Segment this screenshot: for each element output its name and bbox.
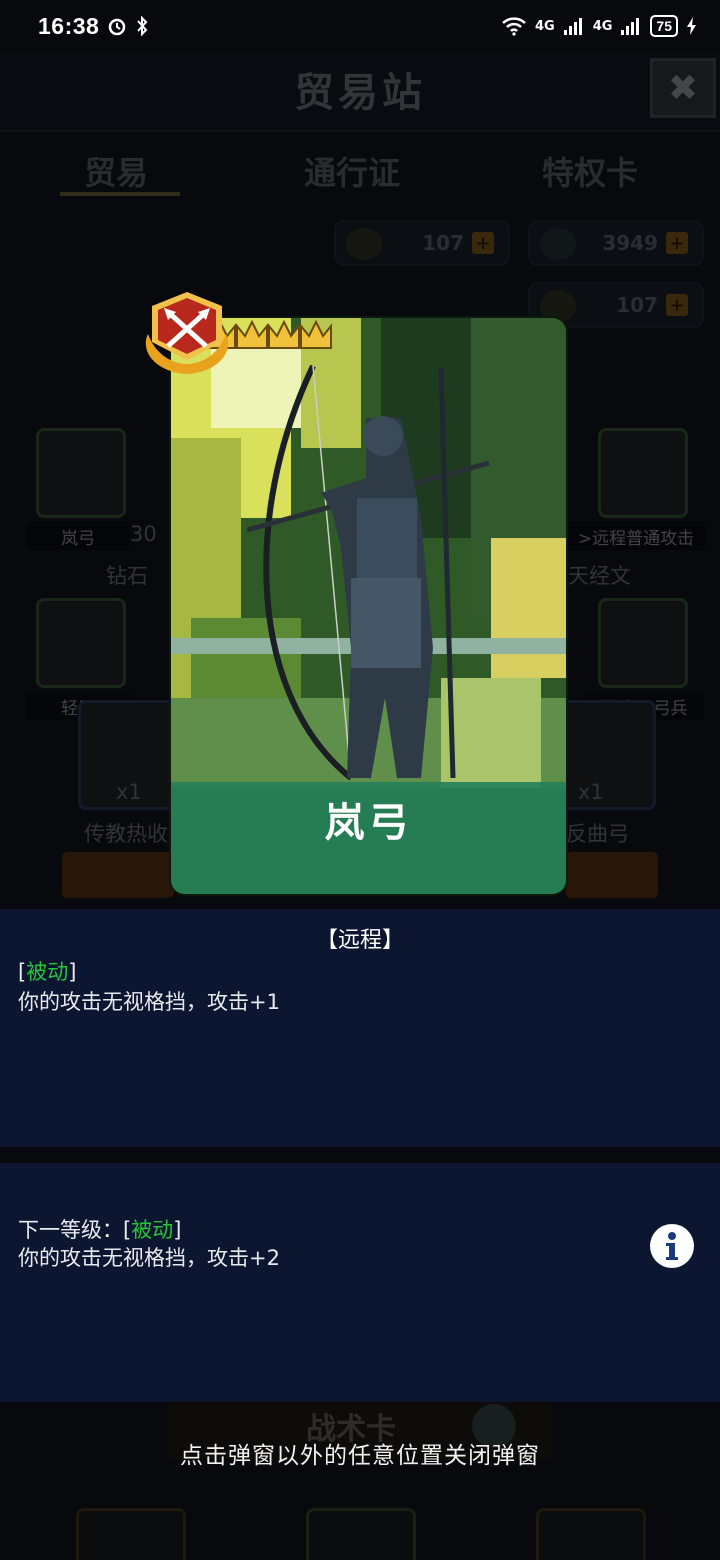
info-icon <box>666 1232 678 1260</box>
crown-icon <box>268 319 300 349</box>
card-type-label: 【远程】 <box>315 928 404 953</box>
bracket: ] <box>68 960 77 984</box>
current-tag-line: [被动] <box>18 956 76 986</box>
network-type: 4G <box>592 18 613 34</box>
close-hint: 点击弹窗以外的任意位置关闭弹窗 <box>180 1443 540 1469</box>
bracket: ] <box>173 1218 182 1242</box>
current-effect-text: 你的攻击无视格挡，攻击+1 <box>18 990 280 1014</box>
crossed-arrows-icon <box>145 292 229 374</box>
passive-tag: 被动 <box>26 960 69 984</box>
battery-level: 75 <box>650 15 678 37</box>
hero-card: 岚弓 <box>171 318 566 894</box>
next-level-panel <box>0 1163 720 1402</box>
network-type: 4G <box>534 18 555 34</box>
crown-icon <box>236 319 268 349</box>
next-level-tag-line: 下一等级：[被动] <box>18 1214 181 1244</box>
next-level-prefix: 下一等级：[ <box>18 1218 132 1242</box>
signal-icon <box>563 18 582 35</box>
status-bar: 16:38 4G 4G 75 <box>0 0 720 52</box>
signal-icon <box>621 18 640 35</box>
passive-tag: 被动 <box>131 1218 174 1242</box>
bracket: [ <box>18 960 27 984</box>
info-button[interactable] <box>650 1224 694 1268</box>
charging-icon <box>687 17 696 35</box>
clock: 16:38 <box>38 12 100 39</box>
wifi-icon <box>502 17 526 36</box>
next-effect-text: 你的攻击无视格挡，攻击+2 <box>18 1246 280 1270</box>
bluetooth-icon <box>137 16 148 36</box>
alarm-icon <box>109 18 126 36</box>
card-name: 岚弓 <box>324 800 413 846</box>
crown-icon <box>300 319 332 349</box>
